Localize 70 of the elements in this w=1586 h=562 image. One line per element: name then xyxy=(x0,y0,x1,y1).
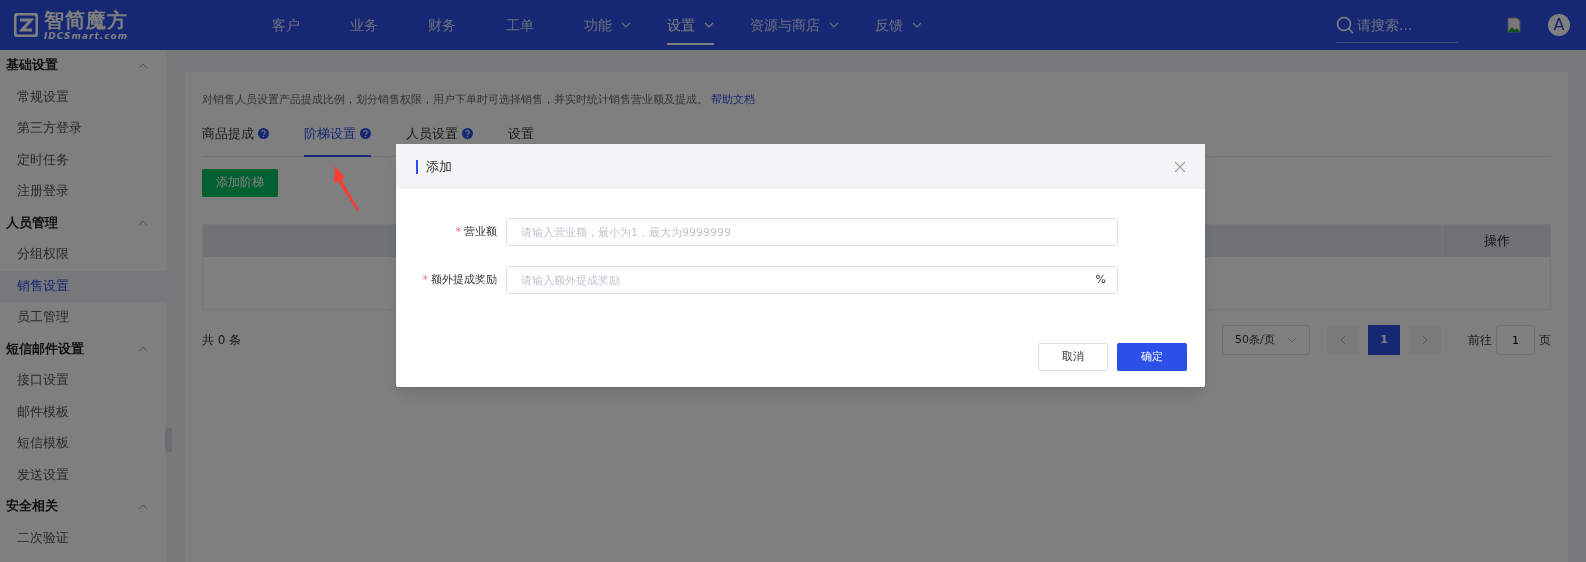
search-icon xyxy=(1336,16,1354,34)
help-icon xyxy=(462,128,473,139)
field-label: 营业额 xyxy=(464,223,497,240)
nav-item[interactable]: 设置 xyxy=(653,0,728,50)
tab[interactable]: 商品提成 xyxy=(202,117,269,156)
title-accent-bar xyxy=(416,159,418,174)
nav-item[interactable]: 资源与商店 xyxy=(736,0,853,50)
page-suffix: 页 xyxy=(1539,332,1551,349)
sidebar-group-header[interactable]: 安全相关 xyxy=(0,491,166,523)
nav-item[interactable]: 业务 xyxy=(336,0,392,50)
chevron-up-icon xyxy=(138,503,148,510)
goto-label: 前往 xyxy=(1468,332,1492,349)
chevron-down-icon xyxy=(704,22,714,28)
field-label: 额外提成奖励 xyxy=(431,271,497,288)
sidebar-item[interactable]: 员工管理 xyxy=(0,302,166,334)
add-tier-button[interactable]: 添加阶梯 xyxy=(202,169,278,197)
user-avatar[interactable]: A xyxy=(1548,14,1570,36)
sidebar-group-header[interactable]: 短信邮件设置 xyxy=(0,333,166,365)
sidebar-item[interactable]: 邮件模板 xyxy=(0,396,166,428)
sidebar-item[interactable]: 销售设置 xyxy=(0,270,166,302)
description-text: 对销售人员设置产品提成比例，划分销售权限，用户下单时可选择销售，并实时统计销售营业额及提成。 xyxy=(202,92,708,108)
chevron-up-icon xyxy=(138,346,148,353)
sidebar-item[interactable]: 第三方登录 xyxy=(0,113,166,145)
chevron-down-icon xyxy=(1287,337,1297,343)
sidebar-item[interactable]: 接口设置 xyxy=(0,365,166,397)
nav-item[interactable]: 客户 xyxy=(258,0,314,50)
confirm-button[interactable]: 确定 xyxy=(1117,343,1187,371)
tab[interactable]: 阶梯设置 xyxy=(304,117,371,156)
logo-subtitle: IDCSmart.com xyxy=(44,31,129,41)
help-link[interactable]: 帮助文档 xyxy=(711,92,755,108)
sidebar-item[interactable]: 常规设置 xyxy=(0,81,166,113)
chevron-up-icon xyxy=(138,62,148,69)
total-count: 共 0 条 xyxy=(202,332,242,349)
sidebar-item[interactable]: 发送设置 xyxy=(0,459,166,491)
nav-item[interactable]: 反馈 xyxy=(861,0,936,50)
chevron-left-icon xyxy=(1340,335,1346,345)
broken-image-icon[interactable] xyxy=(1506,17,1522,33)
logo-title: 智简魔方 xyxy=(44,9,129,30)
required-mark: * xyxy=(422,271,428,288)
dialog-title: 添加 xyxy=(426,157,452,176)
sidebar-item[interactable]: 二次验证 xyxy=(0,522,166,554)
close-icon[interactable] xyxy=(1175,161,1185,172)
previous-page-button[interactable] xyxy=(1327,325,1359,355)
arrow-icon xyxy=(331,164,361,212)
chevron-down-icon xyxy=(912,22,922,28)
sidebar-item[interactable]: 注册登录 xyxy=(0,176,166,208)
sidebar-item[interactable]: 定时任务 xyxy=(0,144,166,176)
tab[interactable]: 人员设置 xyxy=(406,117,473,156)
chevron-down-icon xyxy=(621,22,631,28)
required-mark: * xyxy=(455,223,461,240)
sidebar-group-header[interactable]: 人员管理 xyxy=(0,207,166,239)
sidebar-item[interactable]: 分组权限 xyxy=(0,239,166,271)
percent-suffix: % xyxy=(1095,272,1106,288)
chevron-up-icon xyxy=(138,220,148,227)
nav-item[interactable]: 财务 xyxy=(414,0,470,50)
nav-item[interactable]: 功能 xyxy=(570,0,645,50)
goto-page-field[interactable]: 1 xyxy=(1496,325,1535,355)
chevron-right-icon xyxy=(1422,335,1428,345)
table-header-cell-text: 操作 xyxy=(1482,231,1511,250)
chevron-down-icon xyxy=(829,22,839,28)
next-page-button[interactable] xyxy=(1409,325,1441,355)
logo-icon xyxy=(14,13,38,37)
page-size-select[interactable]: 50条/页 xyxy=(1222,325,1310,355)
search-field[interactable]: 请搜索... xyxy=(1336,7,1458,43)
nav-item[interactable]: 工单 xyxy=(492,0,548,50)
sidebar-group-header[interactable]: 基础设置 xyxy=(0,50,166,82)
page-button[interactable]: 1 xyxy=(1368,325,1400,355)
help-icon xyxy=(360,128,371,139)
help-icon xyxy=(258,128,269,139)
cancel-button[interactable]: 取消 xyxy=(1038,343,1108,371)
